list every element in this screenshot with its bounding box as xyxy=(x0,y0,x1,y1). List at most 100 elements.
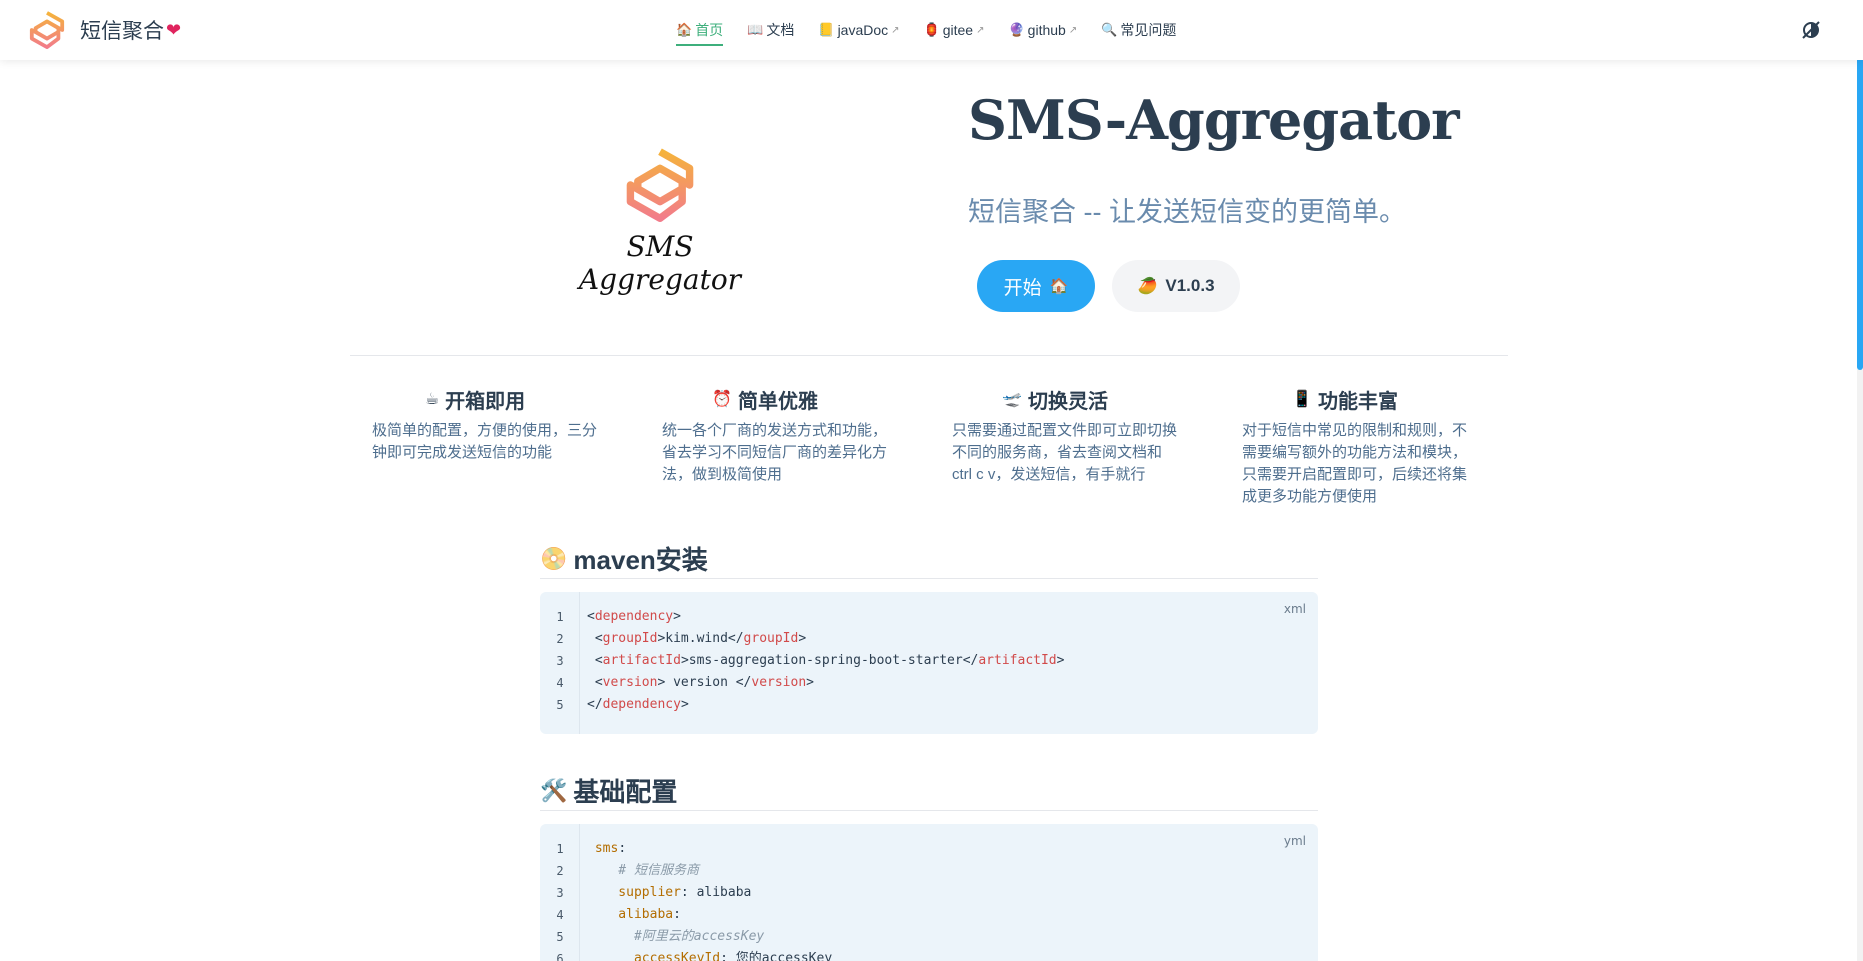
maven-heading-text: maven安装 xyxy=(573,545,708,575)
code-token: > xyxy=(798,631,807,646)
code-token: > xyxy=(806,675,814,690)
nav-item-label: javaDoc xyxy=(837,22,889,38)
code-language-label: xml xyxy=(1283,602,1306,616)
mango-icon: 🥭 xyxy=(1137,278,1158,295)
code-line: 6 accessKeyId: 您的accessKey xyxy=(540,948,832,961)
heart-icon: ❤ xyxy=(166,19,182,40)
code-token: version xyxy=(602,675,658,690)
code-line: 3 <artifactId>sms-aggregation-spring-boo… xyxy=(540,650,1064,672)
feature-description: 极简单的配置，方便的使用，三分钟即可完成发送短信的功能 xyxy=(372,422,598,461)
code-token: < xyxy=(587,675,603,690)
line-number: 3 xyxy=(556,654,564,668)
line-number: 4 xyxy=(556,908,564,922)
feature-card: ☕ 开箱即用 极简单的配置，方便的使用，三分钟即可完成发送短信的功能 xyxy=(350,384,600,464)
line-number: 2 xyxy=(556,864,564,878)
maven-code-block[interactable]: xml 1 <dependency> 2 <groupId>kim.wind</gr… xyxy=(540,592,1318,734)
code-token: > version </ xyxy=(657,675,752,690)
config-heading-text: 基础配置 xyxy=(573,777,678,807)
code-token: > xyxy=(673,609,681,624)
hero-logo: SMS Aggregator xyxy=(556,146,764,296)
code-line: 1 sms: xyxy=(540,838,626,860)
nav-item-javadoc[interactable]: 📒 javaDoc ↗ xyxy=(818,0,899,60)
code-text: supplier: alibaba xyxy=(587,882,751,904)
config-code-block[interactable]: yml 1 sms: 2 # 短信服务商 3 supplier: alibaba 4 … xyxy=(540,824,1318,961)
code-language-label: yml xyxy=(1283,834,1306,848)
nav-item-label: github xyxy=(1027,22,1066,38)
code-token: groupId xyxy=(743,631,799,646)
code-token: > xyxy=(1056,653,1065,668)
nav-item-github[interactable]: 🔮 github ↗ xyxy=(1008,0,1077,60)
feature-title: 📱 功能丰富 xyxy=(1220,384,1470,414)
brand-link[interactable]: 短信聚合 ❤ xyxy=(28,8,181,52)
maven-heading: 📀 maven安装 xyxy=(540,540,708,577)
nav-item-label: 常见问题 xyxy=(1120,22,1177,38)
feature-description: 只需要通过配置文件即可立即切换不同的服务商，省去查阅文档和ctrl c v，发送… xyxy=(952,422,1178,483)
code-text: alibaba: xyxy=(587,904,681,926)
section-divider xyxy=(540,810,1318,811)
code-token: #阿里云的accessKey xyxy=(587,929,765,944)
nav-item-label: gitee xyxy=(942,22,974,38)
line-number: 3 xyxy=(556,886,564,900)
code-token: < xyxy=(587,631,603,646)
top-navbar: 短信聚合 ❤ 🏠 首页 📖 文档 📒 javaDoc ↗ 🏮 gitee ↗ 🔮… xyxy=(0,0,1863,60)
code-token: : alibaba xyxy=(680,885,752,900)
site-title: 短信聚合 ❤ xyxy=(80,15,181,45)
code-token: version xyxy=(751,675,807,690)
book-icon: 📖 xyxy=(747,22,764,37)
nav-item-label: 首页 xyxy=(695,22,724,38)
code-text: <dependency> xyxy=(587,606,681,628)
feature-title: ⏰ 简单优雅 xyxy=(640,384,890,414)
crystal-ball-icon: 🔮 xyxy=(1008,22,1025,37)
hero-tagline: 短信聚合 -- 让发送短信变的更简单。 xyxy=(968,197,1406,227)
external-link-icon: ↗ xyxy=(976,24,985,36)
code-token: artifactId xyxy=(978,653,1057,668)
code-token: artifactId xyxy=(602,653,681,668)
code-text: <artifactId>sms-aggregation-spring-boot-… xyxy=(587,650,1065,672)
code-token: dependency xyxy=(594,609,674,624)
alarm-clock-icon: ⏰ xyxy=(712,391,732,408)
code-token: accessKeyId xyxy=(587,951,721,961)
nav-item-docs[interactable]: 📖 文档 xyxy=(747,0,794,60)
code-token: sms xyxy=(587,841,619,856)
lantern-icon: 🏮 xyxy=(923,22,940,37)
code-token: >kim.wind</ xyxy=(657,631,744,646)
code-text: accessKeyId: 您的accessKey xyxy=(587,948,832,961)
feature-card: 📱 功能丰富 对于短信中常见的限制和规则，不需要编写额外的功能方法和模块，只需要… xyxy=(1220,384,1470,508)
section-divider xyxy=(540,578,1318,579)
feature-title-text: 开箱即用 xyxy=(445,390,526,413)
code-text: </dependency> xyxy=(587,694,689,716)
code-token: </ xyxy=(587,697,603,712)
start-button[interactable]: 开始 🏠 xyxy=(977,260,1095,312)
line-number: 1 xyxy=(556,842,564,856)
disc-icon: 📀 xyxy=(540,545,568,571)
line-number: 2 xyxy=(556,632,564,646)
nav-item-faq[interactable]: 🔍 常见问题 xyxy=(1101,0,1176,60)
nav-item-home[interactable]: 🏠 首页 xyxy=(676,0,724,60)
external-link-icon: ↗ xyxy=(891,24,900,36)
nav-item-gitee[interactable]: 🏮 gitee ↗ xyxy=(924,0,985,60)
line-number: 6 xyxy=(556,952,564,961)
code-line: 3 supplier: alibaba xyxy=(540,882,751,904)
code-token: dependency xyxy=(602,697,681,712)
feature-title-text: 切换灵活 xyxy=(1027,390,1108,413)
theme-toggle-icon[interactable] xyxy=(1799,18,1823,42)
code-token: alibaba xyxy=(587,907,674,922)
feature-title: ☕ 开箱即用 xyxy=(350,384,600,414)
feature-card: ⏰ 简单优雅 统一各个厂商的发送方式和功能，省去学习不同短信厂商的差异化方法，做… xyxy=(640,384,890,486)
home-icon: 🏠 xyxy=(1049,278,1069,295)
code-token: : xyxy=(673,907,681,922)
code-token: > xyxy=(680,697,689,712)
hero-logo-icon xyxy=(626,148,694,222)
site-title-text: 短信聚合 xyxy=(80,20,164,43)
version-button[interactable]: 🥭 V1.0.3 xyxy=(1112,260,1240,312)
page-scrollbar[interactable] xyxy=(1857,0,1863,961)
tools-icon: 🛠️ xyxy=(540,777,568,803)
code-text: <version> version </version> xyxy=(587,672,814,694)
airplane-departure-icon: 🛫 xyxy=(1002,391,1022,408)
code-text: # 短信服务商 xyxy=(587,860,699,882)
code-token: supplier xyxy=(587,885,681,900)
code-line: 2 # 短信服务商 xyxy=(540,860,699,882)
feature-title-text: 功能丰富 xyxy=(1317,390,1398,413)
code-text: sms: xyxy=(587,838,626,860)
code-line: 4 alibaba: xyxy=(540,904,681,926)
